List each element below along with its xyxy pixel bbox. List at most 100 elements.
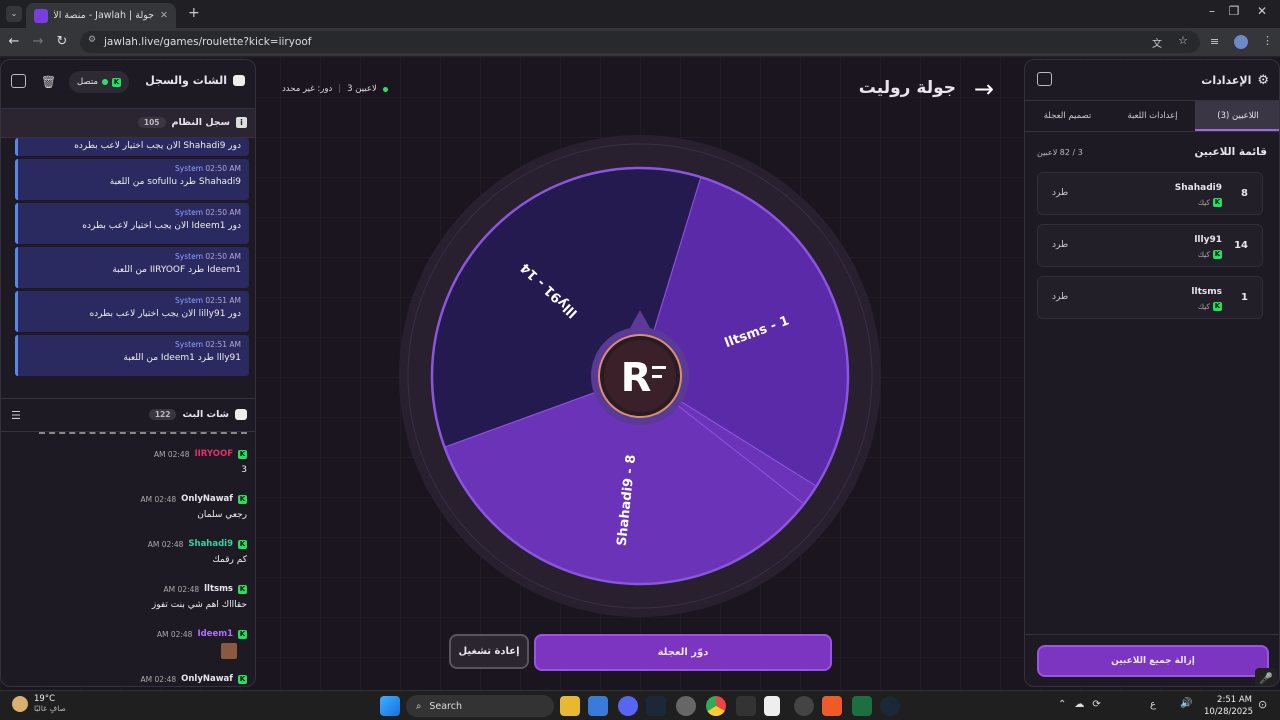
settings-tabs: اللاعبين (3) إعدادات اللعبة تصميم العجلة — [1025, 100, 1279, 132]
browser-menu-icon[interactable]: ⋮ — [1262, 34, 1273, 47]
tray-icons[interactable]: ⌃☁⟳ — [1058, 699, 1109, 710]
steam-icon[interactable] — [646, 696, 666, 716]
language-indicator[interactable]: ع — [1150, 699, 1156, 710]
syslog-list[interactable]: دور Shahadi9 الان يجب اختيار لاعب بطرده … — [1, 138, 255, 400]
file-explorer-icon[interactable] — [560, 696, 580, 716]
back-button[interactable]: ← — [4, 34, 24, 49]
tab-list-button[interactable]: ⌄ — [6, 6, 22, 22]
kick-logo-icon: K — [238, 494, 247, 504]
weather-desc: صافٍ غالبًا — [34, 704, 66, 713]
chat-username: Shahadi9 — [188, 539, 233, 549]
player-source-text: كيك — [1197, 250, 1210, 259]
spin-wheel-button[interactable]: دوّر العجلة — [534, 634, 832, 671]
taskbar-app-icon[interactable] — [794, 696, 814, 716]
roulette-wheel[interactable]: lltsms - 1Shahadi9 - 8llly91 - 14 R — [399, 135, 881, 617]
stream-chat-header: 122 شات البث ☰ — [1, 398, 255, 432]
notepad-icon[interactable] — [764, 696, 780, 716]
remove-all-players-button[interactable]: إزالة جميع اللاعبين — [1037, 645, 1269, 677]
collapse-panel-icon[interactable] — [11, 74, 26, 88]
stream-chat-title: شات البث — [182, 409, 229, 420]
forward-button[interactable]: → — [28, 34, 48, 49]
tab-players[interactable]: اللاعبين (3) — [1195, 101, 1279, 131]
excel-icon[interactable] — [852, 696, 872, 716]
url-field[interactable]: ⚙ jawlah.live/games/roulette?kick=iiryoo… — [80, 31, 1200, 53]
site-info-icon[interactable]: ⚙ — [88, 35, 96, 45]
syslog-title-wrap: 105 سجل النظام i — [137, 117, 247, 128]
bookmark-star-icon[interactable]: ☆ — [1178, 34, 1188, 47]
player-number: 1 — [1241, 292, 1248, 303]
steam-icon[interactable] — [880, 696, 900, 716]
log-message: دور Shahadi9 الان يجب اختيار لاعب بطرده — [74, 141, 241, 151]
kick-player-button[interactable]: طرد — [1052, 188, 1068, 198]
kick-logo-icon: K — [1213, 250, 1222, 259]
tab-close-icon[interactable]: ✕ — [160, 10, 168, 21]
log-entry: System 02:50 AM دور Ideem1 الان يجب اختيا… — [15, 203, 249, 244]
restart-button[interactable]: إعادة تشغيل — [449, 634, 529, 669]
chat-message: Klltsms 02:48 AM حقاااك اهم شي بنت تفوز — [1, 584, 255, 629]
chat-message: K IIRYOOF 02:48 AM 3 — [1, 449, 255, 494]
syslog-title: سجل النظام — [171, 117, 230, 128]
reload-button[interactable]: ↻ — [52, 34, 72, 49]
taskbar-app-icon[interactable] — [736, 696, 756, 716]
log-time: 02:50 AM — [205, 252, 241, 261]
clock[interactable]: 2:51 AM 10/28/2025 — [1204, 694, 1253, 718]
chat-emote-image — [221, 643, 237, 659]
kick-logo-icon: K — [238, 539, 247, 549]
back-arrow-icon[interactable]: → — [974, 75, 994, 103]
chat-bubble-icon — [233, 75, 245, 86]
status-text: متصل — [77, 77, 98, 87]
chat-options-icon[interactable]: ☰ — [11, 409, 21, 422]
start-menu-icon[interactable] — [380, 696, 400, 716]
chat-messages-list[interactable]: K IIRYOOF 02:48 AM 3 K OnlyNawaf 02:48 AM رج… — [1, 432, 255, 686]
new-tab-button[interactable]: + — [188, 5, 200, 21]
log-entry: System 02:51 AM دور lilly91 الان يجب اختي… — [15, 291, 249, 332]
player-source: كيك K — [1198, 198, 1222, 207]
volume-icon[interactable]: 🔊 — [1180, 698, 1192, 709]
jawlah-favicon-icon — [34, 8, 48, 23]
tab-game-settings[interactable]: إعدادات اللعبة — [1110, 101, 1195, 131]
chat-time: 02:48 AM — [163, 584, 200, 594]
weather-widget[interactable]: 19°C صافٍ غالبًا — [12, 694, 66, 713]
log-source: System — [175, 296, 203, 305]
kick-player-button[interactable]: طرد — [1052, 292, 1068, 302]
chat-count-badge: 122 — [148, 409, 177, 420]
notification-bell-icon[interactable]: ⊙ — [1258, 698, 1267, 711]
syslog-count-badge: 105 — [137, 117, 166, 128]
kick-player-button[interactable]: طرد — [1052, 240, 1068, 250]
chat-username: IIRYOOF — [194, 449, 233, 459]
store-icon[interactable] — [588, 696, 608, 716]
connection-status: متصل K — [69, 71, 129, 93]
chrome-icon[interactable] — [706, 696, 726, 716]
brave-icon[interactable] — [822, 696, 842, 716]
search-icon: ⌕ — [416, 700, 422, 712]
kick-logo-icon: K — [111, 77, 121, 87]
logo-letter: R — [621, 355, 652, 401]
reading-list-icon[interactable]: ≡ — [1210, 35, 1219, 48]
discord-icon[interactable] — [618, 696, 638, 716]
profile-avatar[interactable] — [1234, 35, 1248, 49]
log-time: 02:51 AM — [205, 340, 241, 349]
taskbar-search[interactable]: ⌕ Search — [406, 695, 554, 717]
player-list-count: 3 / 82 لاعبين — [1037, 148, 1083, 157]
microphone-icon[interactable]: 🎤 — [1255, 668, 1277, 686]
player-name: Shahadi9 — [1174, 183, 1222, 193]
chat-time: 02:48 AM — [153, 449, 190, 459]
browser-tab-bar: ⌄ جولة | Jawlah - منصة الألعاب الت... ✕ … — [0, 0, 1280, 28]
translate-icon[interactable]: 文 — [1152, 35, 1162, 50]
log-entry: System 02:51 AM llly91 طرد Ideem1 من اللع… — [15, 335, 249, 376]
chat-username: OnlyNawaf — [181, 494, 233, 504]
log-source: System — [175, 252, 203, 261]
browser-tab[interactable]: جولة | Jawlah - منصة الألعاب الت... ✕ — [26, 3, 176, 28]
log-entry: System 02:50 AM Shahadi9 طرد sofullu من ا… — [15, 159, 249, 200]
settings-title: الإعدادات — [1201, 74, 1252, 87]
address-bar-row: ← → ↻ ⚙ jawlah.live/games/roulette?kick=… — [0, 28, 1280, 57]
collapse-panel-icon[interactable] — [1037, 72, 1052, 86]
close-window-button[interactable]: ✕ — [1242, 4, 1280, 18]
clear-chat-trash-icon[interactable]: 🗑 — [41, 75, 56, 89]
chat-message: K OnlyNawaf 02:48 AM رجعي سلمان — [1, 494, 255, 539]
player-number: 8 — [1241, 188, 1248, 199]
chat-message: K OnlyNawaf 02:48 AM — [1, 674, 255, 686]
tab-wheel-design[interactable]: تصميم العجلة — [1025, 101, 1110, 131]
log-source: System — [175, 208, 203, 217]
settings-app-icon[interactable] — [676, 696, 696, 716]
